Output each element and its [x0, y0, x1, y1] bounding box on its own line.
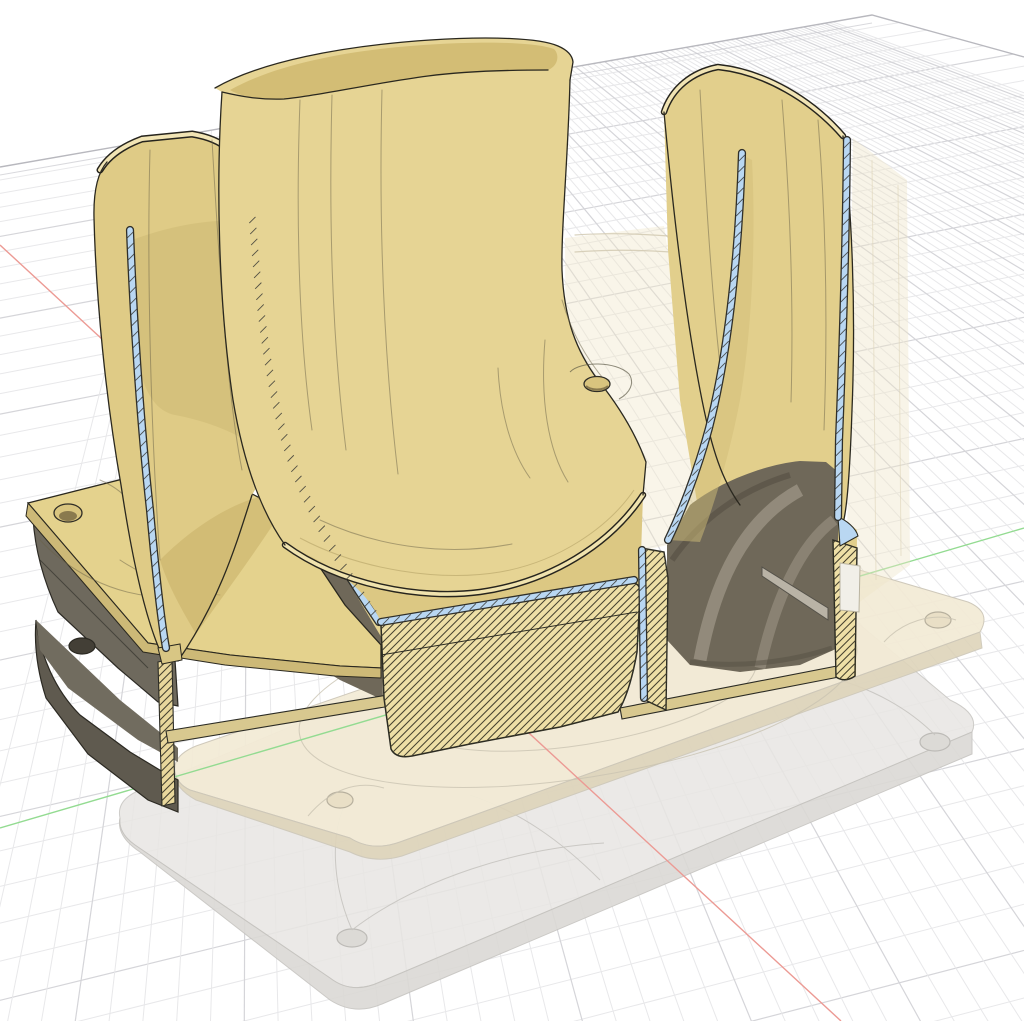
scene-canvas[interactable] — [0, 0, 1024, 1021]
duct-foot — [157, 643, 183, 665]
cad-viewport[interactable] — [0, 0, 1024, 1021]
mounting-ear-slot — [839, 562, 861, 613]
